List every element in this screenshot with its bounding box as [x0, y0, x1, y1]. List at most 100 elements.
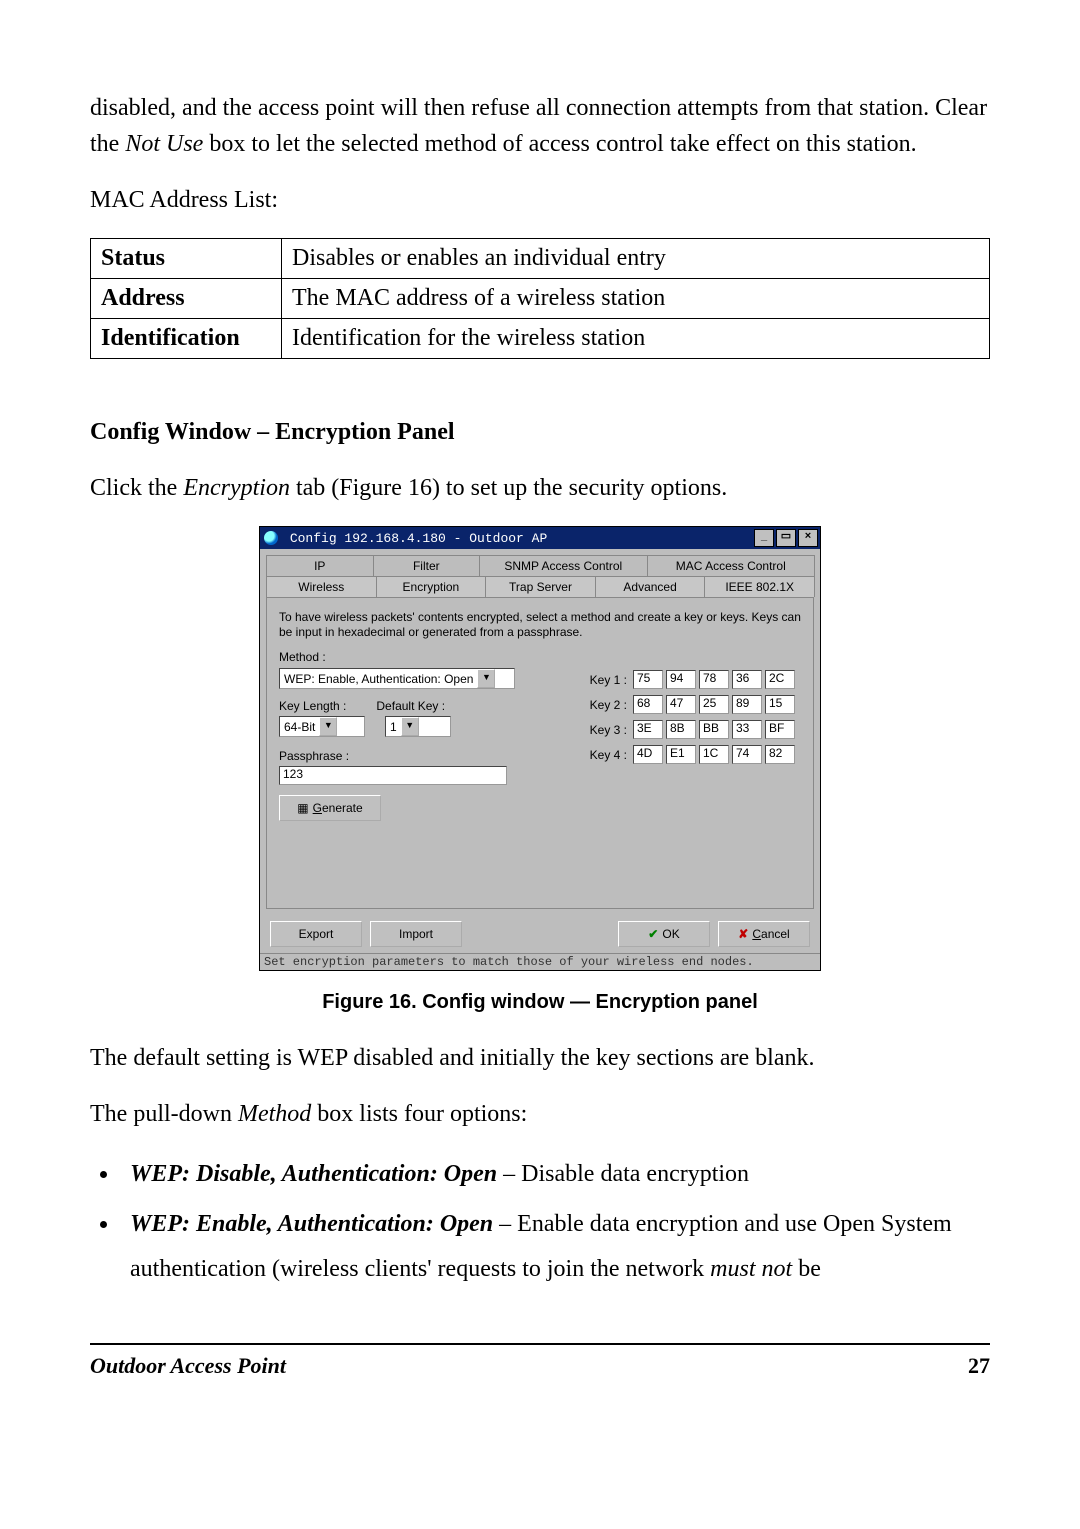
list-item: WEP: Disable, Authentication: Open – Dis…	[120, 1152, 990, 1198]
tab-trap[interactable]: Trap Server	[485, 576, 596, 597]
button-row: Export Import ✔ OK ✘ Cancel	[260, 915, 820, 953]
key-grid: Key 1 : 75 94 78 36 2C Key 2 : 68 47 25 …	[581, 670, 795, 770]
key-cell[interactable]: BB	[699, 720, 729, 739]
ok-button[interactable]: ✔ OK	[618, 921, 710, 947]
chevron-down-icon: ▼	[319, 717, 337, 736]
text: Click the	[90, 475, 183, 501]
key-cell[interactable]: 1C	[699, 745, 729, 764]
key-row-4: Key 4 : 4D E1 1C 74 82	[581, 745, 795, 764]
tab-advanced[interactable]: Advanced	[595, 576, 706, 597]
check-icon: ✔	[648, 927, 658, 941]
tab-snmp[interactable]: SNMP Access Control	[479, 555, 647, 576]
paragraph: The default setting is WEP disabled and …	[90, 1040, 990, 1076]
key-cell[interactable]: 68	[633, 695, 663, 714]
config-window-figure: Config 192.168.4.180 - Outdoor AP _ ▭ × …	[90, 526, 990, 971]
key-row-2: Key 2 : 68 47 25 89 15	[581, 695, 795, 714]
key-cell[interactable]: 4D	[633, 745, 663, 764]
key-cell[interactable]: BF	[765, 720, 795, 739]
key-cell[interactable]: 75	[633, 670, 663, 689]
opt-name: WEP: Enable, Authentication: Open	[130, 1211, 493, 1237]
text: tab (Figure 16) to set up the security o…	[296, 475, 727, 501]
tab-ip[interactable]: IP	[266, 555, 374, 576]
keylen-label: Key Length :	[279, 699, 346, 713]
not-use-em: Not Use	[125, 131, 203, 157]
keylen-dropdown[interactable]: 64-Bit ▼	[279, 716, 365, 737]
defkey-dropdown[interactable]: 1 ▼	[385, 716, 451, 737]
cell-label: Identification	[91, 319, 282, 359]
tab-mac[interactable]: MAC Access Control	[647, 555, 815, 576]
key-cell[interactable]: 94	[666, 670, 696, 689]
chevron-down-icon: ▼	[401, 717, 419, 736]
key-cell[interactable]: 78	[699, 670, 729, 689]
import-button[interactable]: Import	[370, 921, 462, 947]
key-label: Key 3 :	[581, 723, 627, 737]
config-window: Config 192.168.4.180 - Outdoor AP _ ▭ × …	[259, 526, 821, 971]
generate-button[interactable]: ▦ Generate	[279, 795, 381, 821]
figure-caption: Figure 16. Config window — Encryption pa…	[90, 991, 990, 1014]
key-row-3: Key 3 : 3E 8B BB 33 BF	[581, 720, 795, 739]
passphrase-input[interactable]: 123	[279, 766, 507, 785]
cancel-button[interactable]: ✘ Cancel	[718, 921, 810, 947]
app-icon	[264, 531, 278, 545]
minimize-button[interactable]: _	[754, 529, 774, 547]
key-label: Key 1 :	[581, 673, 627, 687]
table-row: Status Disables or enables an individual…	[91, 239, 990, 279]
generate-label: Generate	[313, 801, 363, 815]
text: The pull-down	[90, 1101, 238, 1127]
cell-label: Status	[91, 239, 282, 279]
key-cell[interactable]: 82	[765, 745, 795, 764]
section-heading: Config Window – Encryption Panel	[90, 419, 990, 446]
list-item: WEP: Enable, Authentication: Open – Enab…	[120, 1202, 990, 1293]
cell-label: Address	[91, 279, 282, 319]
opt-desc: be	[792, 1256, 821, 1282]
cell-desc: Identification for the wireless station	[282, 319, 990, 359]
paragraph: The pull-down Method box lists four opti…	[90, 1096, 990, 1132]
restore-button[interactable]: ▭	[776, 529, 796, 547]
cell-desc: The MAC address of a wireless station	[282, 279, 990, 319]
window-title: Config 192.168.4.180 - Outdoor AP	[290, 531, 547, 546]
panel-intro: To have wireless packets' contents encry…	[279, 610, 801, 640]
keylen-value: 64-Bit	[284, 720, 315, 734]
key-cell[interactable]: 36	[732, 670, 762, 689]
tab-wireless[interactable]: Wireless	[266, 576, 377, 597]
cell-desc: Disables or enables an individual entry	[282, 239, 990, 279]
page-footer: Outdoor Access Point 27	[90, 1343, 990, 1379]
intro-paragraph: disabled, and the access point will then…	[90, 90, 990, 162]
key-cell[interactable]: 89	[732, 695, 762, 714]
export-button[interactable]: Export	[270, 921, 362, 947]
titlebar[interactable]: Config 192.168.4.180 - Outdoor AP _ ▭ ×	[260, 527, 820, 549]
page-number: 27	[968, 1353, 990, 1379]
method-em: Method	[238, 1101, 311, 1127]
encryption-em: Encryption	[183, 475, 290, 501]
table-row: Address The MAC address of a wireless st…	[91, 279, 990, 319]
generate-icon: ▦	[297, 801, 308, 815]
key-cell[interactable]: 74	[732, 745, 762, 764]
tab-8021x[interactable]: IEEE 802.1X	[704, 576, 815, 597]
defkey-label: Default Key :	[376, 699, 445, 713]
x-icon: ✘	[738, 927, 748, 941]
status-bar: Set encryption parameters to match those…	[260, 953, 820, 970]
key-cell[interactable]: 3E	[633, 720, 663, 739]
close-button[interactable]: ×	[798, 529, 818, 547]
key-cell[interactable]: E1	[666, 745, 696, 764]
key-label: Key 4 :	[581, 748, 627, 762]
table-row: Identification Identification for the wi…	[91, 319, 990, 359]
key-row-1: Key 1 : 75 94 78 36 2C	[581, 670, 795, 689]
key-cell[interactable]: 25	[699, 695, 729, 714]
key-cell[interactable]: 15	[765, 695, 795, 714]
key-cell[interactable]: 47	[666, 695, 696, 714]
tab-filter[interactable]: Filter	[373, 555, 481, 576]
mac-list-heading: MAC Address List:	[90, 182, 990, 218]
method-label: Method :	[279, 650, 326, 664]
key-cell[interactable]: 8B	[666, 720, 696, 739]
mac-address-table: Status Disables or enables an individual…	[90, 238, 990, 359]
opt-desc: – Disable data encryption	[497, 1161, 749, 1187]
method-dropdown[interactable]: WEP: Enable, Authentication: Open ▼	[279, 668, 515, 689]
ok-label: OK	[662, 927, 679, 941]
text: box lists four options:	[317, 1101, 527, 1127]
opt-name: WEP: Disable, Authentication: Open	[130, 1161, 497, 1187]
key-cell[interactable]: 33	[732, 720, 762, 739]
text: box to let the selected method of access…	[209, 131, 916, 157]
key-cell[interactable]: 2C	[765, 670, 795, 689]
tab-encryption[interactable]: Encryption	[376, 576, 487, 597]
